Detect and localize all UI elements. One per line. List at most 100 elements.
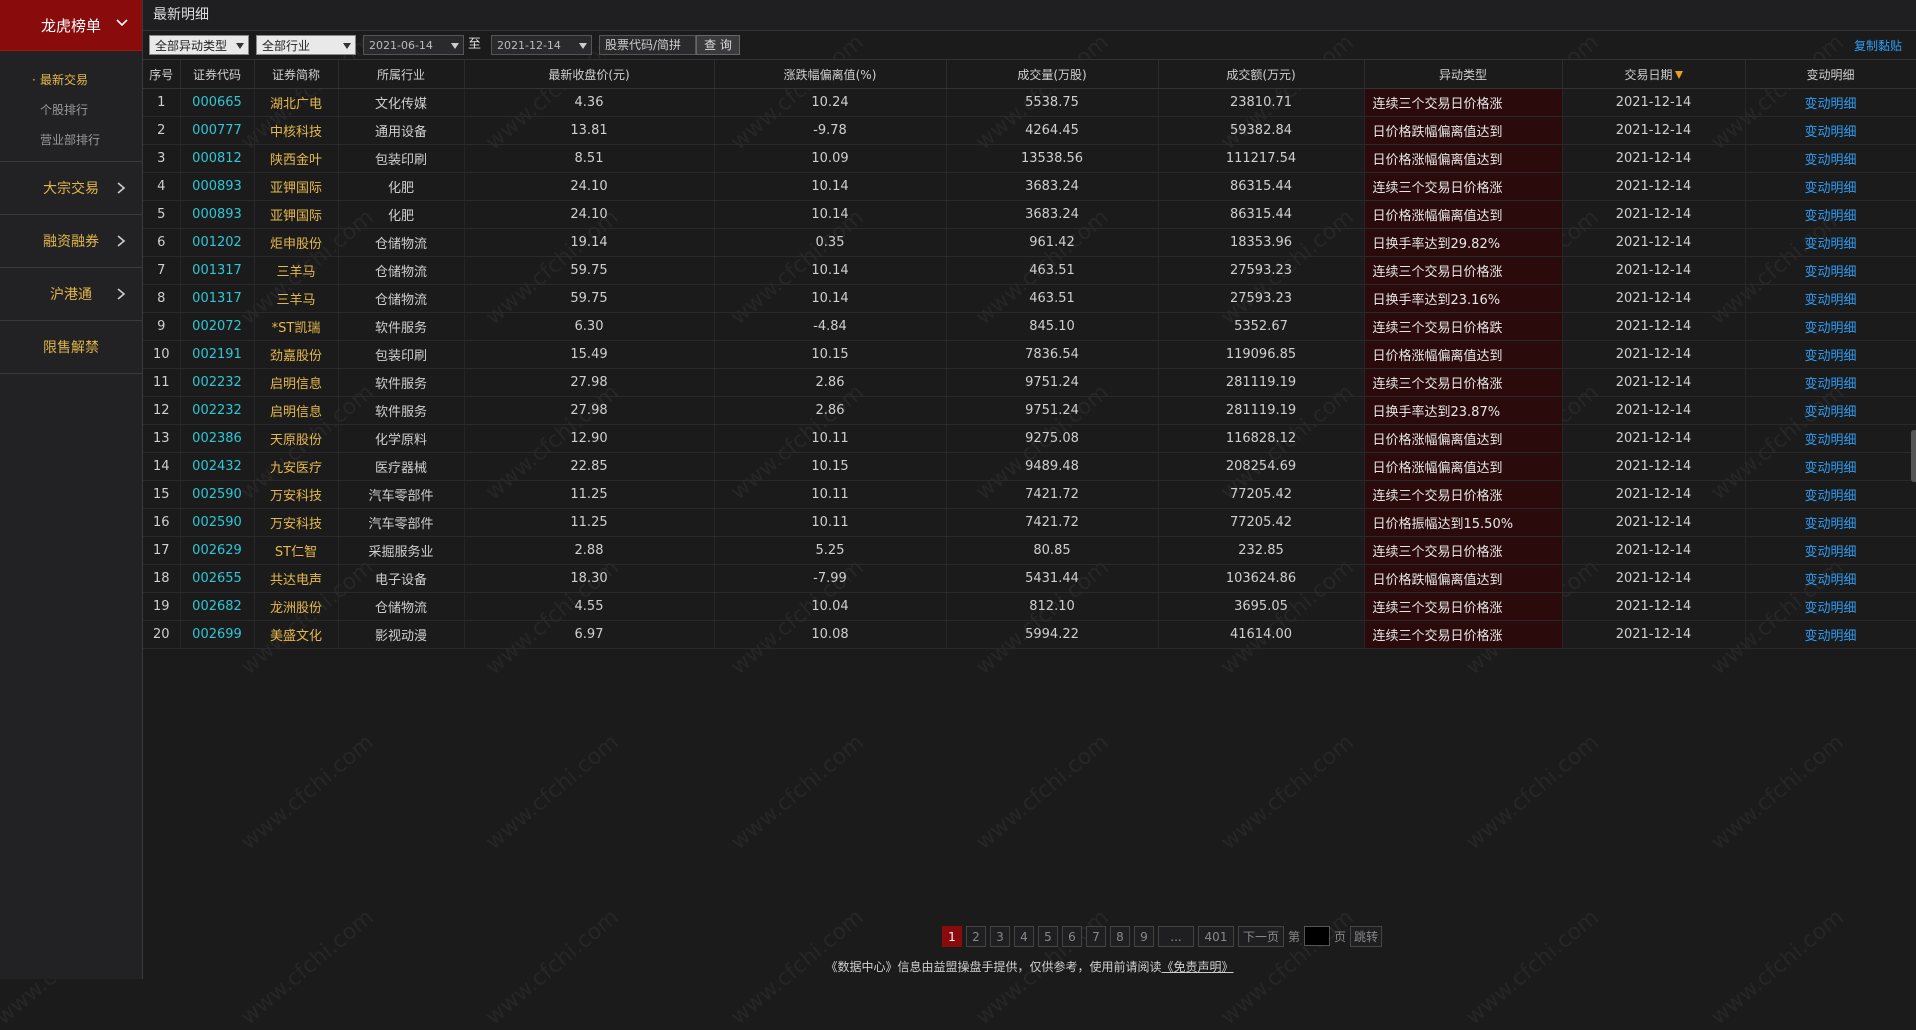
stock-code[interactable]: 000665 xyxy=(180,88,255,117)
stock-code[interactable]: 002590 xyxy=(180,508,255,537)
date-to-picker[interactable]: 2021-12-14 xyxy=(491,35,592,55)
sidebar-sub-broker-rank[interactable]: 营业部排行 xyxy=(0,125,142,155)
detail-link[interactable]: 变动明细 xyxy=(1745,452,1916,481)
stock-name[interactable]: 亚钾国际 xyxy=(254,172,339,201)
deviation-pct: 0.35 xyxy=(714,228,947,257)
detail-link[interactable]: 变动明细 xyxy=(1745,564,1916,593)
disclaimer-link[interactable]: 《免责声明》 xyxy=(1162,960,1234,974)
stock-search-input[interactable] xyxy=(599,35,696,55)
stock-code[interactable]: 002072 xyxy=(180,312,255,341)
detail-link[interactable]: 变动明细 xyxy=(1745,256,1916,285)
jump-button[interactable]: 跳转 xyxy=(1350,925,1383,947)
sidebar-sub-latest-trade[interactable]: 最新交易 xyxy=(0,65,142,95)
detail-link[interactable]: 变动明细 xyxy=(1745,144,1916,173)
stock-name[interactable]: 劲嘉股份 xyxy=(254,340,339,369)
stock-name[interactable]: 美盛文化 xyxy=(254,620,339,649)
next-page-button[interactable]: 下一页 xyxy=(1238,925,1284,947)
stock-code[interactable]: 000893 xyxy=(180,200,255,229)
page-button[interactable]: 2 xyxy=(966,925,986,947)
sidebar-header-longhu[interactable]: 龙虎榜单 xyxy=(0,0,142,51)
stock-code[interactable]: 001317 xyxy=(180,284,255,313)
stock-name[interactable]: 湖北广电 xyxy=(254,88,339,117)
page-button[interactable]: 9 xyxy=(1134,925,1154,947)
sort-down-icon[interactable] xyxy=(1674,71,1683,79)
stock-name[interactable]: 三羊马 xyxy=(254,256,339,285)
goto-page-input[interactable] xyxy=(1304,926,1331,946)
detail-link[interactable]: 变动明细 xyxy=(1745,200,1916,229)
stock-code[interactable]: 002590 xyxy=(180,480,255,509)
stock-code[interactable]: 002682 xyxy=(180,592,255,621)
stock-name[interactable]: 九安医疗 xyxy=(254,452,339,481)
stock-name[interactable]: 三羊马 xyxy=(254,284,339,313)
page-button[interactable]: 8 xyxy=(1110,925,1130,947)
detail-link[interactable]: 变动明细 xyxy=(1745,312,1916,341)
stock-code[interactable]: 002699 xyxy=(180,620,255,649)
page-button[interactable]: 5 xyxy=(1038,925,1058,947)
sidebar-item-label: 大宗交易 xyxy=(43,181,99,197)
detail-link[interactable]: 变动明细 xyxy=(1745,228,1916,257)
stock-code[interactable]: 001317 xyxy=(180,256,255,285)
detail-link[interactable]: 变动明细 xyxy=(1745,88,1916,117)
page-button[interactable]: 6 xyxy=(1062,925,1082,947)
stock-name[interactable]: 万安科技 xyxy=(254,508,339,537)
stock-code[interactable]: 000777 xyxy=(180,116,255,145)
stock-code[interactable]: 002655 xyxy=(180,564,255,593)
page-button[interactable]: 1 xyxy=(942,925,962,947)
page-button[interactable]: 7 xyxy=(1086,925,1106,947)
stock-name[interactable]: *ST凯瑞 xyxy=(254,312,339,341)
close-price: 19.14 xyxy=(464,228,715,257)
sidebar-item-hk-connect[interactable]: 沪港通 xyxy=(0,268,142,321)
detail-link[interactable]: 变动明细 xyxy=(1745,116,1916,145)
detail-link[interactable]: 变动明细 xyxy=(1745,508,1916,537)
column-header-label: 成交量(万股) xyxy=(1017,67,1087,82)
industry: 电子设备 xyxy=(338,564,465,593)
detail-link[interactable]: 变动明细 xyxy=(1745,536,1916,565)
stock-name[interactable]: 中核科技 xyxy=(254,116,339,145)
detail-link[interactable]: 变动明细 xyxy=(1745,172,1916,201)
detail-link[interactable]: 变动明细 xyxy=(1745,340,1916,369)
stock-name[interactable]: 天原股份 xyxy=(254,424,339,453)
query-button[interactable]: 查 询 xyxy=(696,35,740,55)
stock-code[interactable]: 000893 xyxy=(180,172,255,201)
stock-code[interactable]: 002232 xyxy=(180,396,255,425)
industry-select[interactable]: 全部行业 xyxy=(256,35,356,55)
detail-link[interactable]: 变动明细 xyxy=(1745,480,1916,509)
copy-paste-link[interactable]: 复制黏贴 xyxy=(1854,37,1902,54)
stock-name[interactable]: 炬申股份 xyxy=(254,228,339,257)
abnormal-type-select[interactable]: 全部异动类型 xyxy=(149,35,249,55)
detail-link[interactable]: 变动明细 xyxy=(1745,424,1916,453)
side-scroll-handle[interactable] xyxy=(1911,430,1916,482)
sidebar-item-block-trade[interactable]: 大宗交易 xyxy=(0,162,142,215)
stock-code[interactable]: 000812 xyxy=(180,144,255,173)
sidebar-item-lockup[interactable]: 限售解禁 xyxy=(0,321,142,374)
industry: 软件服务 xyxy=(338,312,465,341)
stock-name[interactable]: 陕西金叶 xyxy=(254,144,339,173)
page-button[interactable]: 4 xyxy=(1014,925,1034,947)
chevron-right-icon xyxy=(117,288,126,300)
column-header[interactable]: 交易日期 xyxy=(1562,60,1746,89)
detail-link[interactable]: 变动明细 xyxy=(1745,592,1916,621)
detail-link[interactable]: 变动明细 xyxy=(1745,396,1916,425)
sidebar-item-margin[interactable]: 融资融券 xyxy=(0,215,142,268)
sidebar-sub-stock-rank[interactable]: 个股排行 xyxy=(0,95,142,125)
stock-code[interactable]: 002432 xyxy=(180,452,255,481)
detail-link[interactable]: 变动明细 xyxy=(1745,284,1916,313)
stock-code[interactable]: 002232 xyxy=(180,368,255,397)
page-button[interactable]: 401 xyxy=(1198,925,1234,947)
stock-code[interactable]: 002386 xyxy=(180,424,255,453)
stock-name[interactable]: 万安科技 xyxy=(254,480,339,509)
stock-code[interactable]: 001202 xyxy=(180,228,255,257)
detail-link[interactable]: 变动明细 xyxy=(1745,620,1916,649)
stock-name[interactable]: ST仁智 xyxy=(254,536,339,565)
stock-name[interactable]: 启明信息 xyxy=(254,396,339,425)
stock-name[interactable]: 亚钾国际 xyxy=(254,200,339,229)
stock-name[interactable]: 共达电声 xyxy=(254,564,339,593)
date-from-picker[interactable]: 2021-06-14 xyxy=(363,35,464,55)
stock-name[interactable]: 龙洲股份 xyxy=(254,592,339,621)
stock-code[interactable]: 002629 xyxy=(180,536,255,565)
stock-code[interactable]: 002191 xyxy=(180,340,255,369)
page-button[interactable]: 3 xyxy=(990,925,1010,947)
stock-name[interactable]: 启明信息 xyxy=(254,368,339,397)
page-button[interactable]: ... xyxy=(1158,925,1194,947)
detail-link[interactable]: 变动明细 xyxy=(1745,368,1916,397)
